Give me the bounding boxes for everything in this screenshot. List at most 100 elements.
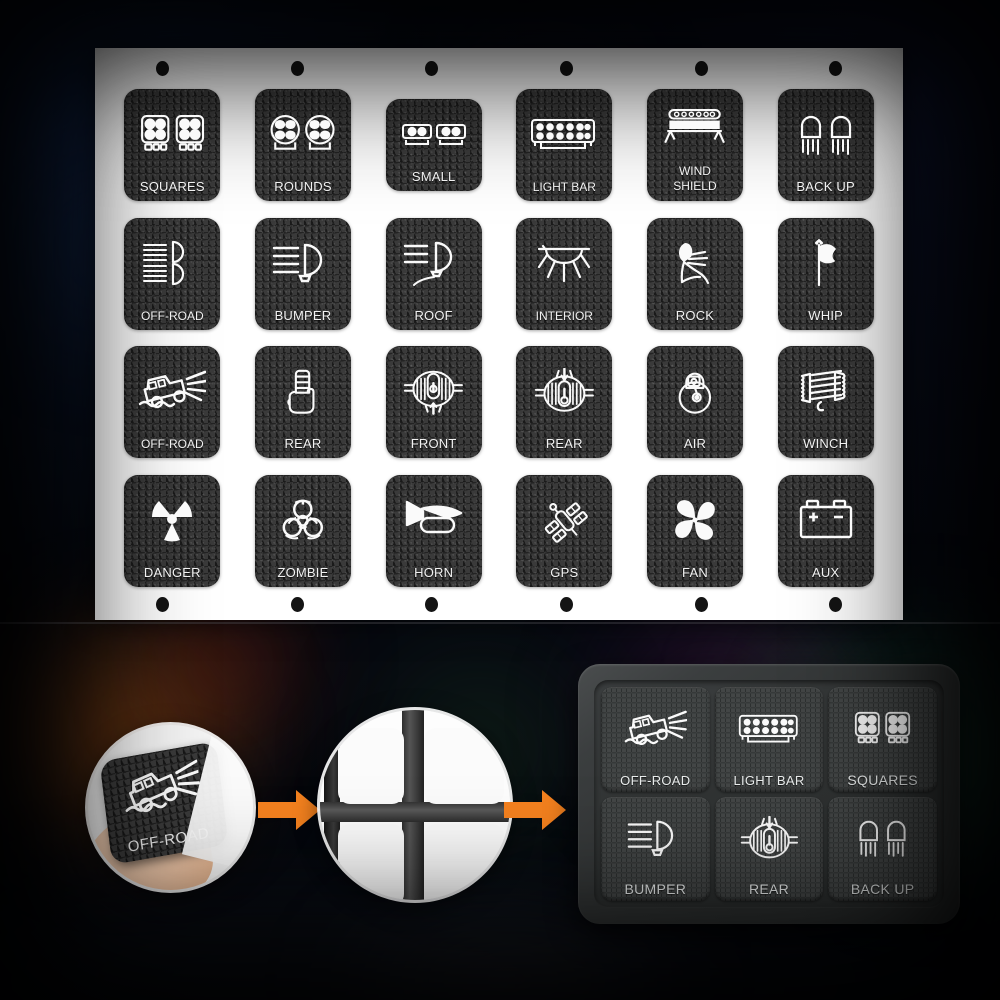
panel-key-back-up[interactable]: BACK UP [828, 796, 937, 902]
sticker-danger[interactable]: DANGER [124, 474, 221, 587]
switch-panel[interactable]: OFF-ROAD LIGHT BAR SQUARES BUMPER REAR B… [578, 664, 960, 924]
sticker-whip[interactable]: WHIP [777, 217, 874, 330]
sticker-label: FAN [682, 564, 708, 580]
offroad-dual-beam-icon [124, 218, 220, 309]
sticker-label: FRONT [410, 436, 457, 452]
round-led-pods-icon [255, 89, 351, 180]
sticker-rear[interactable]: REAR [516, 346, 613, 459]
sticker-winch[interactable]: WINCH [777, 346, 874, 459]
offroad-truck-icon [124, 346, 220, 437]
punch-hole [559, 596, 573, 612]
panel-key-label: LIGHT BAR [733, 772, 805, 788]
sticker-air[interactable]: AIR [646, 346, 743, 459]
sticker-wind-shield[interactable]: WIND SHIELD [646, 89, 743, 202]
winch-drum-icon [778, 346, 874, 437]
led-light-bar-icon [715, 687, 824, 773]
sticker-label: BACK UP [796, 179, 855, 195]
sticker-label: ROOF [414, 307, 453, 323]
air-compressor-icon [647, 346, 743, 437]
panel-key-label: BUMPER [624, 881, 687, 897]
sticker-horn[interactable]: HORN [385, 474, 482, 587]
punch-hole [425, 596, 439, 612]
sticker-label: BUMPER [274, 307, 332, 323]
sticker-label: AIR [683, 436, 707, 452]
punch-hole [559, 60, 573, 76]
panel-key-label: OFF-ROAD [620, 772, 691, 788]
sticker-roof[interactable]: ROOF [385, 217, 482, 330]
square-led-pods-icon [828, 687, 937, 772]
sticker-label: HORN [414, 564, 454, 580]
panel-key-label: SQUARES [847, 771, 918, 788]
sticker-label: SQUARES [139, 179, 205, 195]
sticker-zombie[interactable]: ZOMBIE [254, 474, 351, 587]
interior-dome-light-icon [516, 218, 612, 309]
front-differential-lock-icon [386, 346, 482, 437]
sticker-front[interactable]: FRONT [385, 346, 482, 459]
sticker-gps[interactable]: GPS [516, 474, 613, 587]
sticker-label: ZOMBIE [277, 564, 329, 580]
sticker-label: DANGER [143, 564, 201, 580]
sticker-label: SMALL [411, 169, 456, 185]
offroad-truck-icon [601, 687, 710, 773]
sticker-light-bar[interactable]: LIGHT BAR [516, 89, 613, 202]
whip-flag-icon [778, 218, 874, 309]
orange-arrow-right-icon [258, 790, 320, 830]
sticker-aux[interactable]: AUX [777, 474, 874, 587]
punch-hole-row-bottom [95, 596, 903, 612]
sticker-label: REAR [284, 436, 322, 452]
sticker-off-road[interactable]: OFF-ROAD [124, 346, 221, 459]
sticker-label: GPS [550, 564, 579, 580]
peel-sticker-step: OFF-ROAD [88, 725, 253, 890]
sticker-small[interactable]: SMALL [385, 99, 482, 192]
air-horn-icon [386, 475, 482, 566]
image-seam-divider [0, 622, 1000, 624]
bumper-beam-icon [255, 218, 351, 309]
satellite-icon [516, 475, 612, 566]
sticker-label: INTERIOR [535, 308, 593, 323]
sticker-label: ROCK [675, 307, 715, 323]
panel-key-bumper[interactable]: BUMPER [601, 796, 710, 902]
panel-key-light-bar[interactable]: LIGHT BAR [714, 687, 824, 792]
panel-key-squares[interactable]: SQUARES [828, 687, 937, 792]
punch-hole-row-top [95, 60, 903, 76]
panel-key-rear[interactable]: REAR [714, 796, 824, 902]
sticker-label: WHIP [808, 307, 844, 323]
sticker-label: LIGHT BAR [532, 180, 596, 195]
installation-process: OFF-ROAD OFF-ROAD LIGHT BAR SQUARES BUMP… [0, 640, 1000, 1000]
battery-icon [778, 475, 874, 566]
sticker-bumper[interactable]: BUMPER [254, 217, 351, 330]
panel-key-cross-icon [320, 710, 510, 900]
punch-hole [829, 60, 843, 76]
sticker-squares[interactable]: SQUARES [124, 89, 221, 202]
product-image: SQUARES ROUNDS SMALL LIGHT BAR WIND SHIE… [0, 0, 1000, 1000]
roof-beam-icon [386, 218, 482, 309]
radiation-hazard-icon [124, 475, 220, 566]
switch-panel-keys: OFF-ROAD LIGHT BAR SQUARES BUMPER REAR B… [594, 680, 944, 908]
sticker-grid: SQUARES ROUNDS SMALL LIGHT BAR WIND SHIE… [109, 82, 889, 594]
sticker-interior[interactable]: INTERIOR [516, 217, 613, 330]
backup-lights-icon [778, 89, 874, 180]
sticker-back-up[interactable]: BACK UP [777, 89, 874, 202]
sticker-rear[interactable]: REAR [254, 346, 351, 459]
panel-cutout-step [320, 710, 510, 900]
sticker-rock[interactable]: ROCK [646, 217, 743, 330]
sticker-fan[interactable]: FAN [646, 474, 743, 587]
punch-hole [694, 60, 708, 76]
sticker-rounds[interactable]: ROUNDS [254, 89, 351, 202]
small-dual-lights-icon [386, 99, 482, 170]
middle-finger-hand-icon [255, 346, 351, 437]
backup-lights-icon [828, 797, 937, 882]
punch-hole [290, 596, 304, 612]
orange-arrow-right-icon [504, 790, 566, 830]
fan-blade-icon [647, 475, 743, 566]
sticker-label: WIND SHIELD [673, 164, 717, 194]
panel-key-label: REAR [748, 881, 790, 897]
square-led-pods-icon [124, 89, 220, 180]
led-light-bar-icon [516, 89, 612, 180]
biohazard-icon [255, 475, 351, 566]
panel-key-off-road[interactable]: OFF-ROAD [601, 687, 710, 792]
rear-differential-lock-icon [516, 346, 612, 437]
punch-hole [694, 596, 708, 612]
rock-light-icon [647, 218, 743, 309]
sticker-off-road[interactable]: OFF-ROAD [124, 217, 221, 330]
